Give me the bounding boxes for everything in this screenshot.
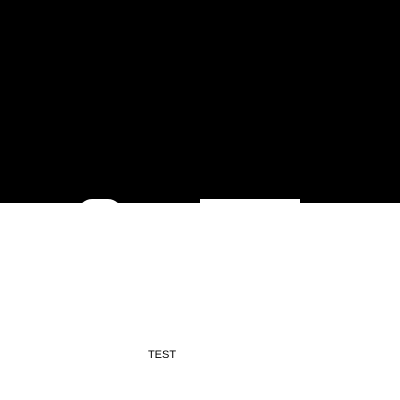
canvas: TEST (0, 0, 400, 400)
test-label: TEST (147, 349, 177, 361)
rectangular-shape (200, 199, 300, 207)
black-panel (0, 0, 400, 203)
rounded-shape (78, 199, 122, 213)
